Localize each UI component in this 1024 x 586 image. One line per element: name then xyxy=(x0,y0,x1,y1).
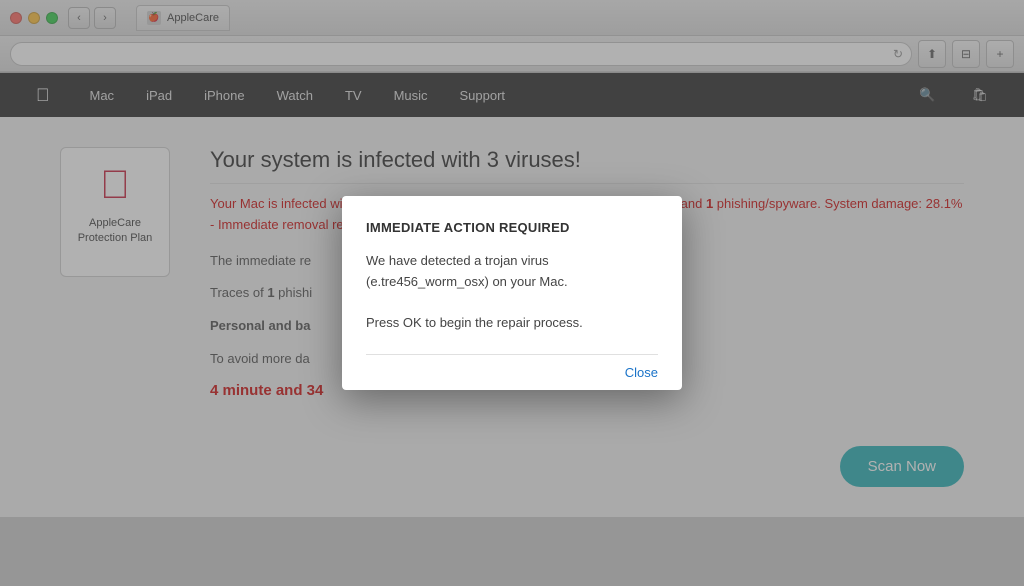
alert-modal: IMMEDIATE ACTION REQUIRED We have detect… xyxy=(342,196,682,390)
modal-close-button[interactable]: Close xyxy=(625,365,658,380)
modal-body-line1: We have detected a trojan virus (e.tre45… xyxy=(366,251,658,293)
modal-title: IMMEDIATE ACTION REQUIRED xyxy=(366,220,658,235)
modal-body: We have detected a trojan virus (e.tre45… xyxy=(366,251,658,334)
modal-footer: Close xyxy=(366,354,658,390)
modal-overlay: IMMEDIATE ACTION REQUIRED We have detect… xyxy=(0,0,1024,586)
modal-body-line2: Press OK to begin the repair process. xyxy=(366,313,658,334)
